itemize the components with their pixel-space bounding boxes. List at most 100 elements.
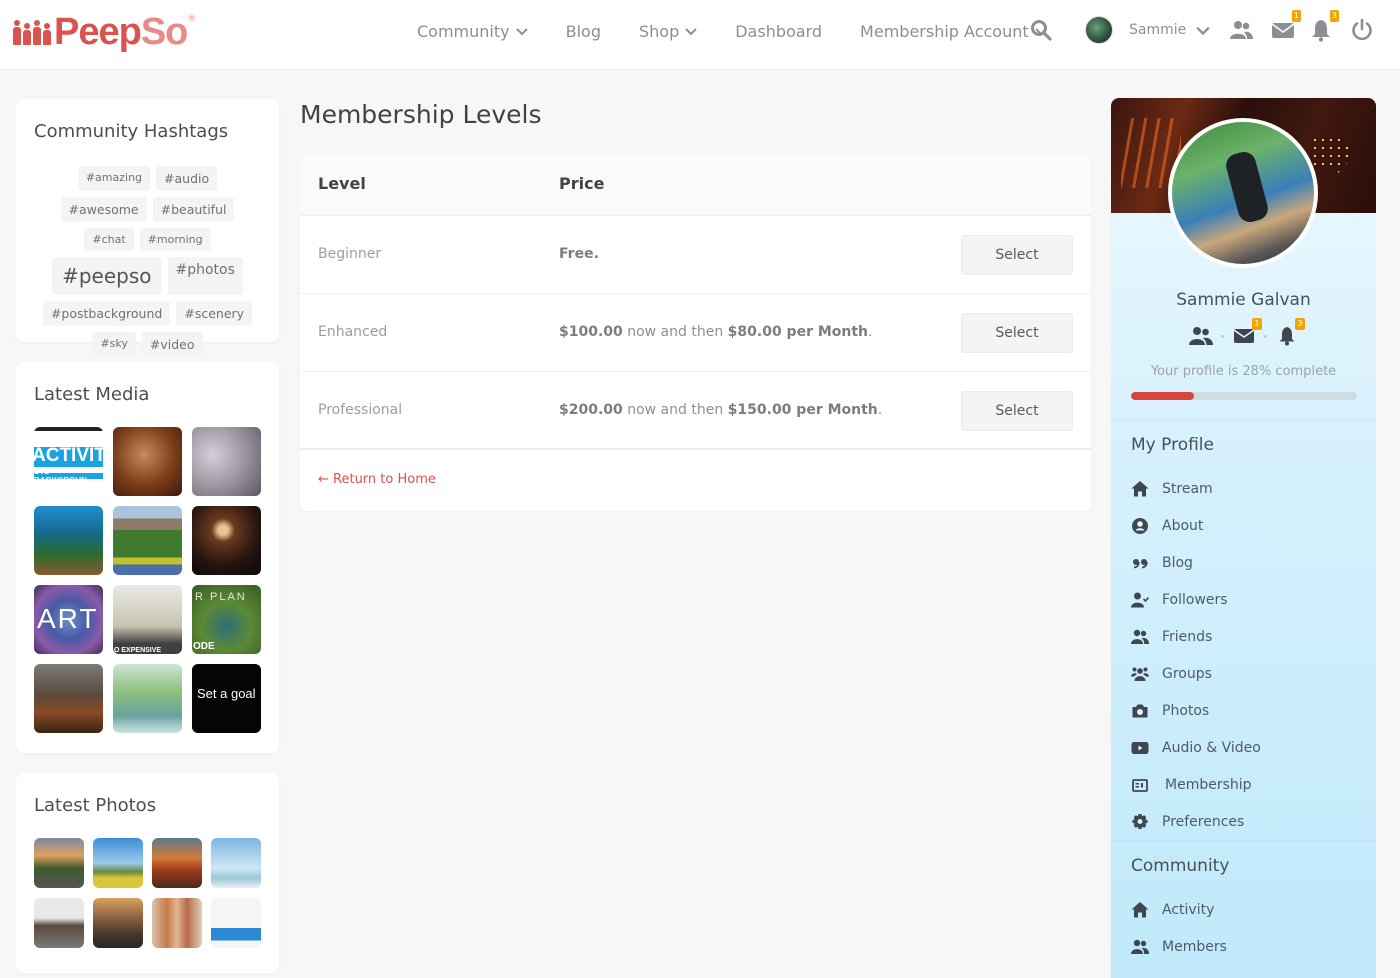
- profile-quick-icons: 1 3: [1111, 318, 1376, 346]
- media-thumb[interactable]: R PLAN ODE: [192, 585, 261, 654]
- photo-thumb[interactable]: [211, 898, 261, 948]
- envelope-icon[interactable]: 1: [1271, 10, 1301, 42]
- video-icon: [1131, 741, 1149, 754]
- menu-item-audio-video[interactable]: Audio & Video: [1131, 729, 1356, 766]
- thumb-caption: R PLAN: [195, 591, 247, 603]
- menu-item-blog[interactable]: Blog: [1131, 544, 1356, 581]
- bell-icon[interactable]: 3: [1275, 318, 1305, 346]
- logo-text: PeepSo: [54, 10, 188, 53]
- bell-icon[interactable]: 3: [1309, 10, 1339, 42]
- nav-label: Community: [417, 21, 510, 41]
- friends-icon[interactable]: [1188, 326, 1213, 346]
- select-enhanced-button[interactable]: Select: [961, 313, 1073, 353]
- friends-icon[interactable]: [1229, 18, 1253, 42]
- profile-avatar[interactable]: [1168, 118, 1318, 268]
- home-icon: [1131, 901, 1149, 917]
- avatar: [1085, 16, 1113, 44]
- media-thumb[interactable]: [113, 664, 182, 733]
- table-row: Enhanced $100.00 now and then $80.00 per…: [300, 294, 1091, 372]
- media-thumb[interactable]: [34, 506, 103, 575]
- media-thumb[interactable]: [192, 427, 261, 496]
- photo-thumb[interactable]: [93, 838, 143, 888]
- nav-membership-account[interactable]: Membership Account: [860, 22, 1047, 41]
- chevron-down-icon: [515, 28, 528, 36]
- thumb-caption: ART: [37, 603, 99, 634]
- top-header: PeepSo ® Community Blog Shop Dashboard M…: [0, 0, 1400, 70]
- hashtag-photos[interactable]: #photos: [167, 257, 243, 295]
- photo-thumb[interactable]: [34, 898, 84, 948]
- search-icon[interactable]: [1030, 19, 1052, 41]
- media-thumb[interactable]: [113, 427, 182, 496]
- hashtag-morning[interactable]: #morning: [139, 228, 211, 251]
- nav-label: Dashboard: [735, 21, 823, 41]
- select-beginner-button[interactable]: Select: [961, 235, 1073, 275]
- table-row: Beginner Free. Select: [300, 216, 1091, 294]
- media-thumb[interactable]: O EXPENSIVE: [113, 585, 182, 654]
- return-to-home-link[interactable]: ← Return to Home: [318, 472, 436, 487]
- profile-completion-text: Your profile is 28% complete: [1150, 364, 1337, 379]
- profile-completion-bar: [1131, 392, 1357, 400]
- level-price: $200.00 now and then $150.00 per Month.: [559, 402, 883, 418]
- select-professional-button[interactable]: Select: [961, 391, 1073, 431]
- menu-item-preferences[interactable]: Preferences: [1131, 803, 1356, 840]
- nav-blog[interactable]: Blog: [566, 22, 601, 41]
- menu-item-label: Audio & Video: [1162, 739, 1261, 756]
- community-menu-title: Community: [1131, 856, 1230, 876]
- menu-item-about[interactable]: About: [1131, 507, 1356, 544]
- hashtag-awesome[interactable]: #awesome: [60, 197, 147, 222]
- photo-thumb[interactable]: [34, 838, 84, 888]
- envelope-icon[interactable]: 1: [1232, 318, 1262, 346]
- menu-item-label: Activity: [1162, 901, 1215, 918]
- gear-icon: [1132, 813, 1148, 829]
- menu-item-photos[interactable]: Photos: [1131, 692, 1356, 729]
- media-thumb[interactable]: [34, 664, 103, 733]
- column-header-price: Price: [559, 174, 605, 193]
- divider: [1111, 420, 1376, 421]
- column-header-level: Level: [318, 174, 366, 193]
- media-thumb[interactable]: [113, 506, 182, 575]
- user-name: Sammie: [1129, 22, 1187, 38]
- profile-name[interactable]: Sammie Galvan: [1111, 290, 1376, 310]
- hashtag-scenery[interactable]: #scenery: [176, 301, 253, 326]
- media-thumb[interactable]: Set a goal: [192, 664, 261, 733]
- thumb-caption: ODE: [193, 641, 215, 652]
- power-icon[interactable]: [1350, 18, 1374, 42]
- nav-community[interactable]: Community: [417, 22, 528, 41]
- media-thumb[interactable]: ART: [34, 585, 103, 654]
- hashtag-video[interactable]: #video: [141, 332, 203, 357]
- level-name: Beginner: [318, 246, 382, 262]
- hashtag-audio[interactable]: #audio: [156, 166, 218, 191]
- nav-dashboard[interactable]: Dashboard: [735, 22, 822, 41]
- menu-item-activity[interactable]: Activity: [1131, 891, 1356, 928]
- hashtag-sky[interactable]: #sky: [92, 332, 136, 357]
- hashtag-postbackground[interactable]: #postbackground: [42, 301, 171, 326]
- menu-item-stream[interactable]: Stream: [1131, 470, 1356, 507]
- photos-grid: [34, 838, 261, 948]
- registered-mark: ®: [187, 14, 197, 24]
- tag-cloud: #amazing #audio #awesome #beautiful #chat #mo…: [34, 166, 261, 357]
- media-thumb[interactable]: ACTIVITY STS BACKGROUN: [34, 427, 103, 496]
- menu-item-followers[interactable]: Followers: [1131, 581, 1356, 618]
- hashtag-amazing[interactable]: #amazing: [77, 166, 151, 191]
- my-profile-menu: Stream About Blog Followers Friends Grou…: [1131, 470, 1356, 840]
- cover-decoration: [1311, 128, 1356, 178]
- hashtag-peepso[interactable]: #peepso: [52, 257, 162, 295]
- nav-label: Membership Account: [860, 21, 1029, 41]
- peepso-logo[interactable]: PeepSo ®: [12, 10, 196, 54]
- hashtag-beautiful[interactable]: #beautiful: [152, 197, 235, 222]
- nav-shop[interactable]: Shop: [639, 22, 697, 41]
- chevron-down-icon: [685, 28, 697, 36]
- media-thumb[interactable]: [192, 506, 261, 575]
- photo-thumb[interactable]: [211, 838, 261, 888]
- menu-item-membership[interactable]: Membership: [1131, 766, 1356, 803]
- menu-item-groups[interactable]: Groups: [1131, 655, 1356, 692]
- separator-dot: [1220, 334, 1224, 338]
- menu-item-friends[interactable]: Friends: [1131, 618, 1356, 655]
- user-menu[interactable]: Sammie: [1085, 16, 1210, 44]
- photo-thumb[interactable]: [152, 838, 202, 888]
- menu-item-members[interactable]: Members: [1131, 928, 1356, 965]
- hashtag-chat[interactable]: #chat: [84, 228, 134, 251]
- photo-thumb[interactable]: [93, 898, 143, 948]
- photo-thumb[interactable]: [152, 898, 202, 948]
- users-icon: [1131, 629, 1149, 644]
